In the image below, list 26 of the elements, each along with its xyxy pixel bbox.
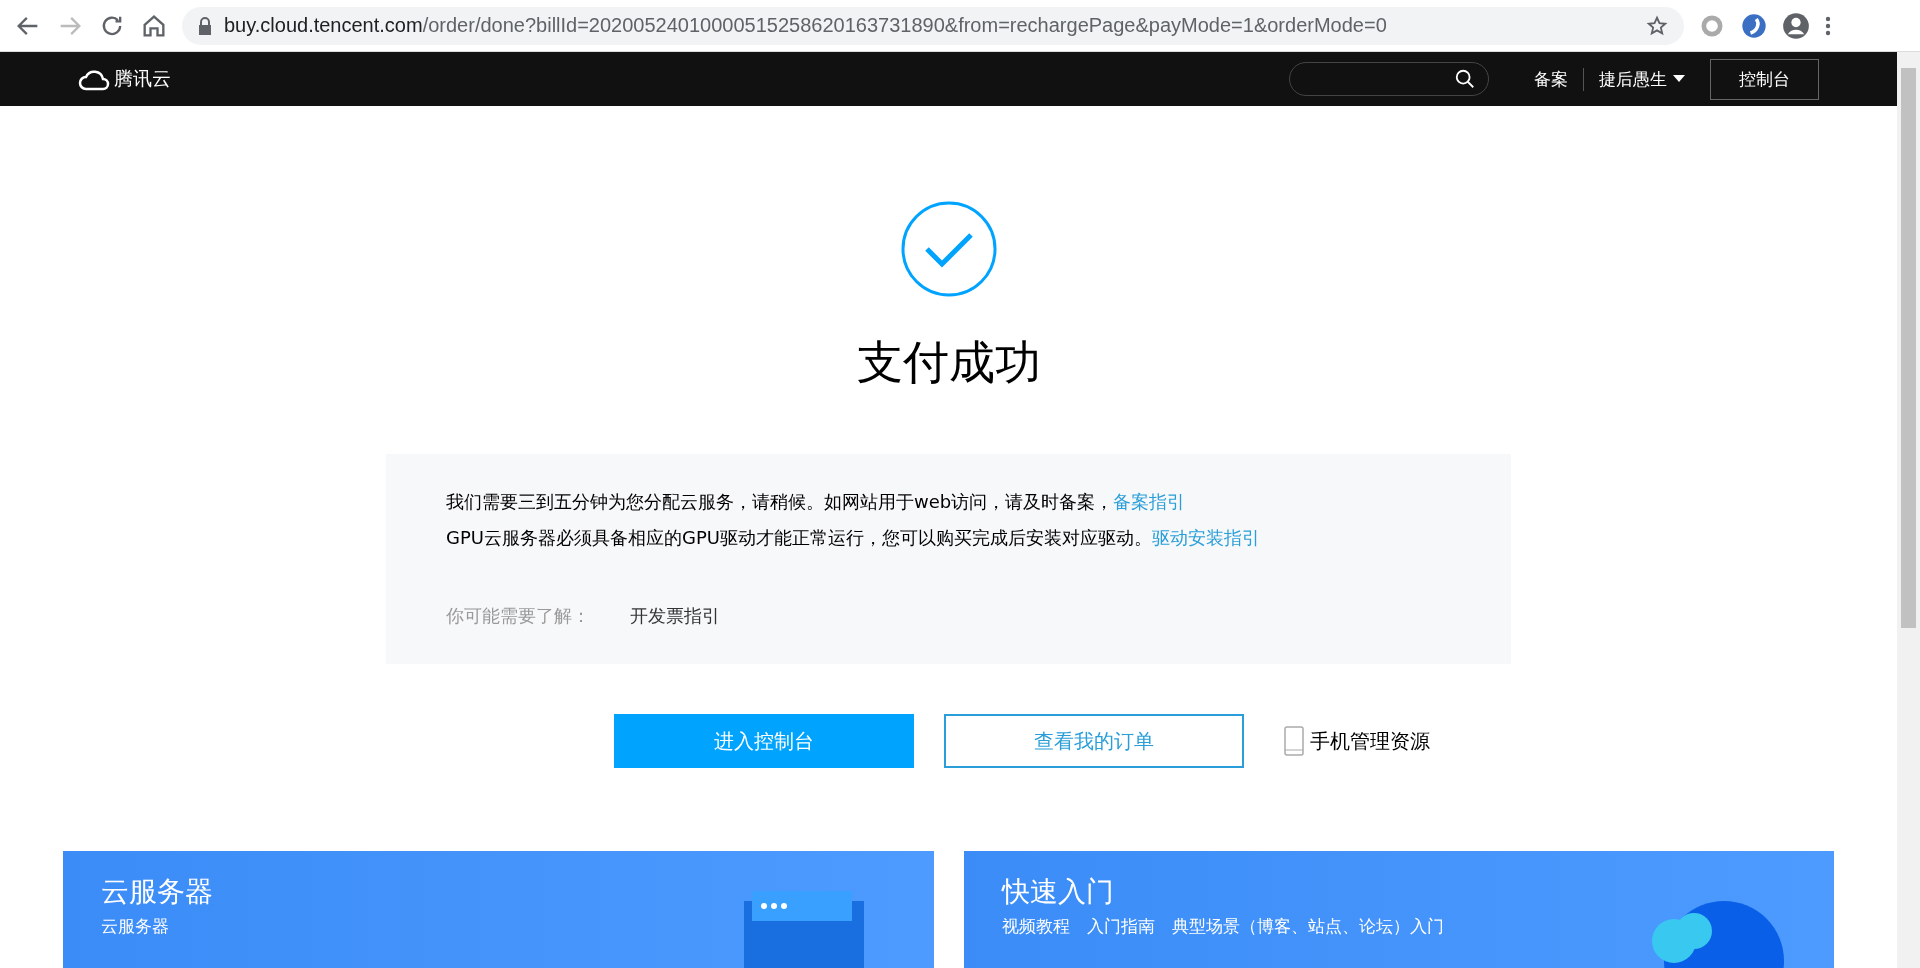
- notice-text: GPU云服务器必须具备相应的GPU驱动才能正常运行，您可以购买完成后安装对应驱动。驱动安装指引: [446, 526, 1261, 550]
- success-check-icon: [900, 201, 997, 297]
- scrollbar[interactable]: [1897, 52, 1920, 968]
- notice-text: 我们需要三到五分钟为您分配云服务，请稍候。如网站用于web访问，请及时备案，备案指引: [446, 490, 1187, 514]
- card-subtitle: 云服务器: [101, 915, 170, 938]
- search-icon[interactable]: [1454, 68, 1476, 90]
- card-title: 快速入门: [1001, 874, 1115, 910]
- logo-text: 腾讯云: [114, 66, 171, 91]
- nav-link[interactable]: 备案: [1519, 67, 1583, 91]
- mobile-link[interactable]: 手机管理资源: [1283, 726, 1430, 756]
- lock-icon: [198, 16, 212, 35]
- address-bar[interactable]: buy.cloud.tencent.com/order/done?billId=20200524010000515258620163731890&from=rechargePage&payMode=1&orderMode=0: [182, 6, 1684, 45]
- card-title: 云服务器: [101, 874, 214, 910]
- card-subtitle: 视频教程 入门指南 典型场景（博客、站点、论坛）入门: [1001, 915, 1445, 938]
- console-button[interactable]: 控制台: [1710, 58, 1819, 100]
- guide-link[interactable]: 开发票指引: [630, 598, 720, 634]
- nav-link[interactable]: 捷后愚生: [1583, 67, 1700, 91]
- cloud-logo-icon: [78, 67, 110, 91]
- phone-icon: [1283, 726, 1304, 756]
- caret-icon: [1673, 75, 1685, 83]
- profile-icon[interactable]: [1782, 11, 1810, 40]
- success-title: 支付成功: [856, 334, 1041, 391]
- more-label: 你可能需要了解：: [446, 604, 590, 628]
- star-icon[interactable]: [1646, 14, 1668, 37]
- url-text: buy.cloud.tencent.com/order/done?billId=20200524010000515258620163731890&from=rechargePage&payMode=1&orderMode=0: [224, 14, 1388, 37]
- extension-icon[interactable]: [1740, 11, 1768, 40]
